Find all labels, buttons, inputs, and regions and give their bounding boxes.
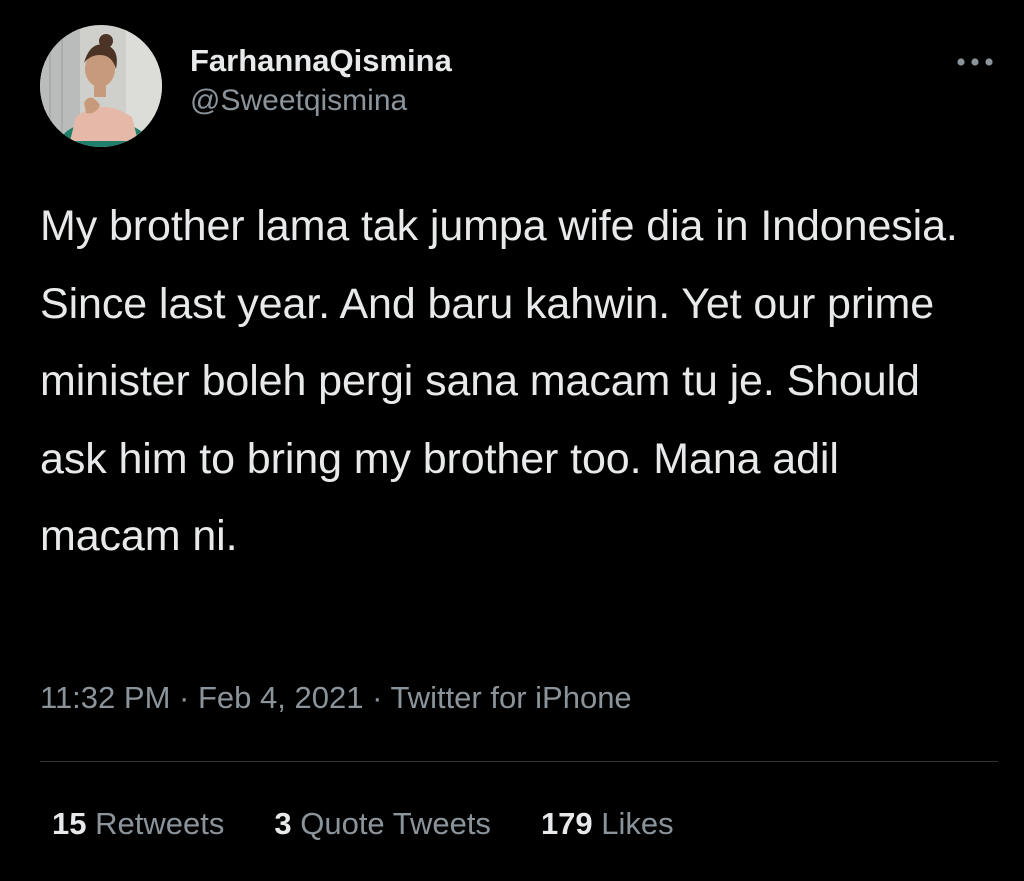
- tweet-date[interactable]: Feb 4, 2021: [198, 680, 363, 715]
- likes-stat[interactable]: 179 Likes: [541, 804, 674, 844]
- tweet-source[interactable]: Twitter for iPhone: [390, 680, 631, 715]
- tweet-stats: 15 Retweets 3 Quote Tweets 179 Likes: [52, 804, 724, 844]
- divider: [40, 761, 998, 762]
- more-horizontal-icon: [957, 58, 993, 66]
- likes-label: Likes: [601, 806, 674, 841]
- quote-tweets-stat[interactable]: 3 Quote Tweets: [274, 804, 491, 844]
- meta-separator: ·: [179, 680, 190, 715]
- more-options-button[interactable]: [950, 50, 1000, 74]
- author-handle[interactable]: @Sweetqismina: [190, 82, 452, 120]
- retweets-stat[interactable]: 15 Retweets: [52, 804, 224, 844]
- likes-count: 179: [540, 806, 593, 841]
- tweet-time[interactable]: 11:32 PM: [40, 680, 170, 715]
- tweet-text: My brother lama tak jumpa wife dia in In…: [40, 202, 958, 560]
- avatar-photo: [40, 25, 162, 147]
- tweet-metadata: 11:32 PM · Feb 4, 2021 · Twitter for iPh…: [40, 678, 632, 718]
- retweets-label: Retweets: [95, 806, 225, 841]
- author-info: FarhannaQismina @Sweetqismina: [190, 42, 452, 120]
- author-display-name[interactable]: FarhannaQismina: [190, 42, 452, 80]
- meta-separator: ·: [372, 680, 383, 715]
- tweet-detail: FarhannaQismina @Sweetqismina My brother…: [0, 0, 1024, 881]
- quote-tweets-count: 3: [274, 806, 292, 841]
- retweets-count: 15: [52, 806, 87, 841]
- avatar[interactable]: [40, 25, 162, 147]
- quote-tweets-label: Quote Tweets: [300, 806, 491, 841]
